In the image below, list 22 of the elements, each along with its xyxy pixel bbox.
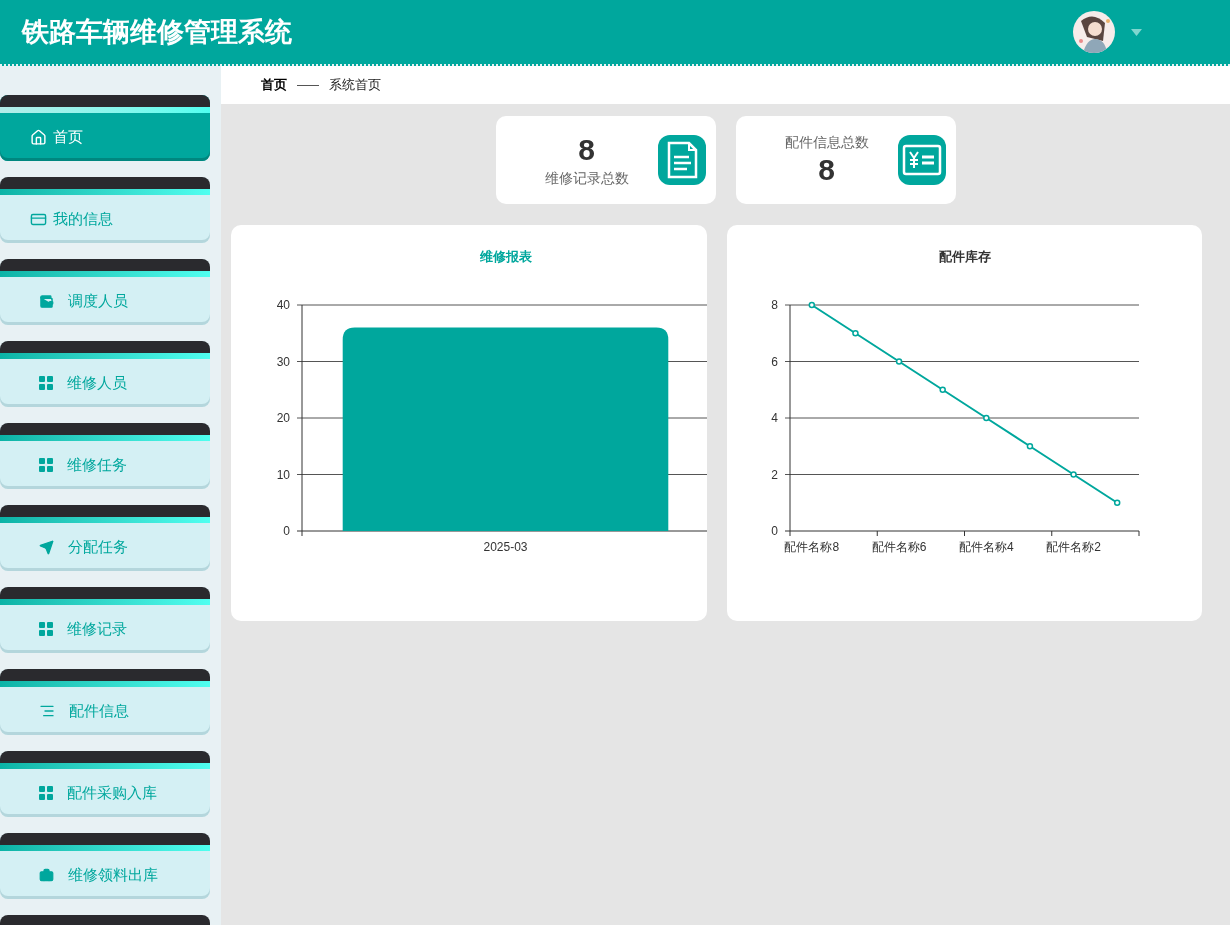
chart-title: 维修报表 [479,249,532,264]
chart-title: 配件库存 [938,249,991,264]
stat-label: 维修记录总数 [544,169,629,188]
app-title: 铁路车辆维修管理系统 [22,15,293,49]
axis-category-label: 配件名称6 [871,540,927,554]
axis-category-label: 配件名称4 [958,540,1014,554]
axis-tick-label: 40 [276,298,290,312]
axis-category-label: 配件名称8 [784,540,840,554]
axis-tick-label: 10 [276,467,290,482]
axis-category-label: 配件名称2 [1046,540,1101,554]
axis-tick-label: 4 [771,411,778,425]
axis-tick-label: 6 [771,354,778,369]
axis-tick-label: 0 [283,524,290,538]
axis-tick-label: 0 [771,524,778,538]
stat-value: 8 [578,132,595,168]
axis-tick-label: 2 [771,467,778,482]
axis-tick-label: 30 [276,354,290,369]
stat-label: 配件信息总数 [784,133,869,152]
axis-category-label: 2025-03 [483,540,528,554]
stat-value: 8 [818,152,835,188]
axis-tick-label: 20 [276,411,290,425]
axis-tick-label: 8 [771,298,778,312]
